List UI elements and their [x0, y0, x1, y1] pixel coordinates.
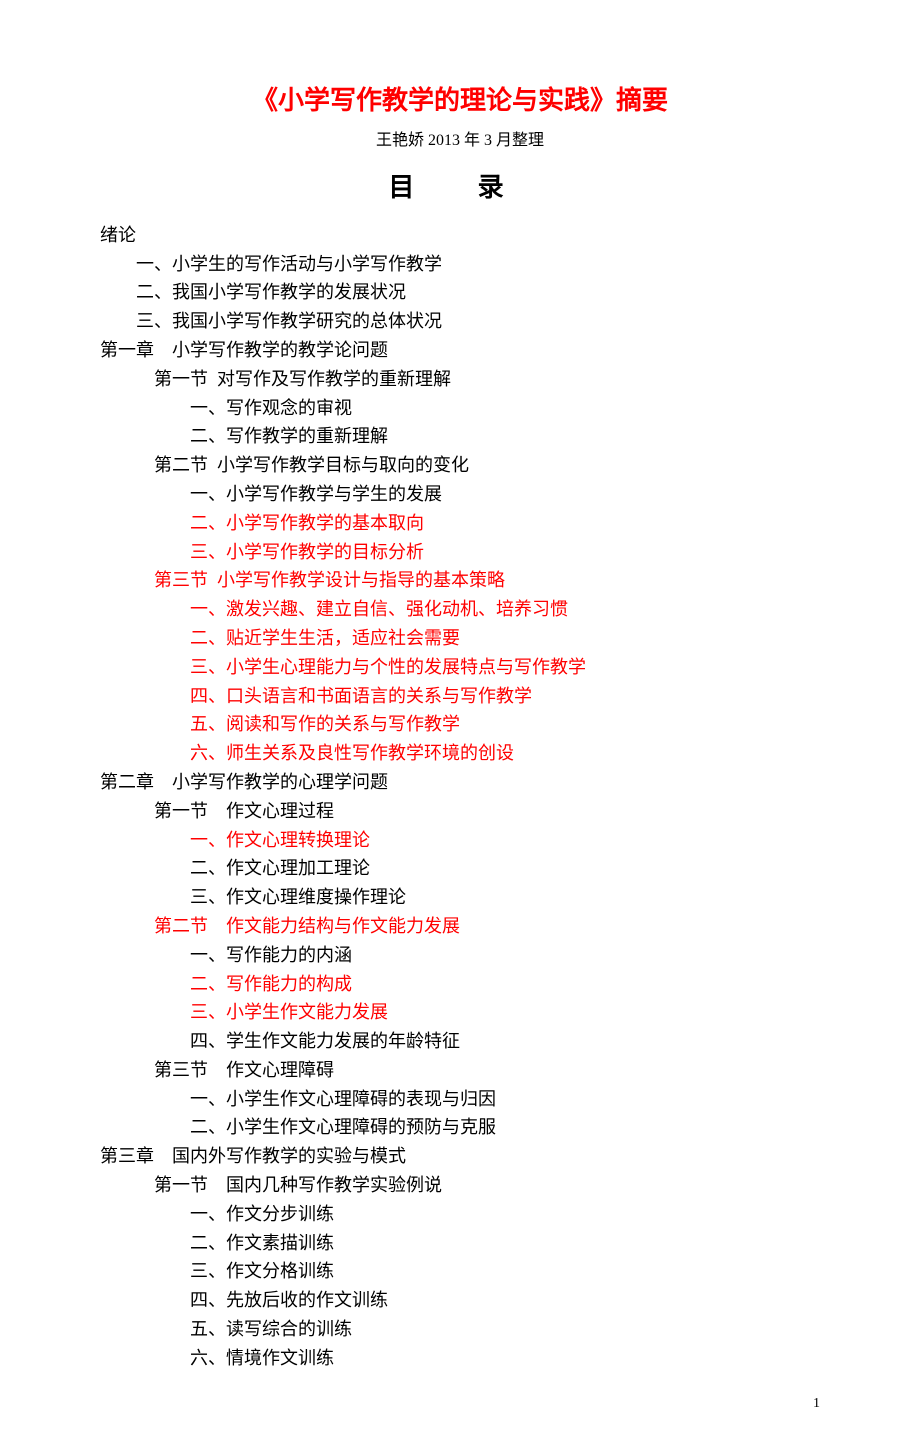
toc-line: 五、读写综合的训练: [100, 1315, 820, 1344]
toc-line: 一、写作观念的审视: [100, 394, 820, 423]
toc-line: 一、作文分步训练: [100, 1200, 820, 1229]
toc-line: 四、口头语言和书面语言的关系与写作教学: [100, 682, 820, 711]
toc-container: 绪论一、小学生的写作活动与小学写作教学二、我国小学写作教学的发展状况三、我国小学…: [100, 221, 820, 1373]
toc-line: 三、作文心理维度操作理论: [100, 883, 820, 912]
toc-line: 三、小学生作文能力发展: [100, 998, 820, 1027]
toc-line: 一、小学生的写作活动与小学写作教学: [100, 250, 820, 279]
toc-line: 二、小学生作文心理障碍的预防与克服: [100, 1113, 820, 1142]
toc-line: 第三章 国内外写作教学的实验与模式: [100, 1142, 820, 1171]
toc-heading: 目 录: [100, 167, 820, 209]
document-title: 《小学写作教学的理论与实践》摘要: [100, 80, 820, 122]
toc-line: 四、学生作文能力发展的年龄特征: [100, 1027, 820, 1056]
toc-line: 二、写作教学的重新理解: [100, 422, 820, 451]
toc-line: 三、作文分格训练: [100, 1257, 820, 1286]
toc-line: 第一章 小学写作教学的教学论问题: [100, 336, 820, 365]
toc-line: 第一节 国内几种写作教学实验例说: [100, 1171, 820, 1200]
toc-line: 第二章 小学写作教学的心理学问题: [100, 768, 820, 797]
toc-line: 六、师生关系及良性写作教学环境的创设: [100, 739, 820, 768]
toc-line: 三、我国小学写作教学研究的总体状况: [100, 307, 820, 336]
toc-line: 一、作文心理转换理论: [100, 826, 820, 855]
toc-line: 第二节 作文能力结构与作文能力发展: [100, 912, 820, 941]
toc-line: 一、小学写作教学与学生的发展: [100, 480, 820, 509]
document-subtitle: 王艳娇 2013 年 3 月整理: [100, 128, 820, 154]
toc-line: 二、作文心理加工理论: [100, 854, 820, 883]
toc-line: 二、贴近学生生活，适应社会需要: [100, 624, 820, 653]
toc-line: 六、情境作文训练: [100, 1344, 820, 1373]
toc-line: 二、写作能力的构成: [100, 970, 820, 999]
toc-line: 绪论: [100, 221, 820, 250]
toc-line: 第一节 对写作及写作教学的重新理解: [100, 365, 820, 394]
toc-line: 一、写作能力的内涵: [100, 941, 820, 970]
toc-line: 三、小学写作教学的目标分析: [100, 538, 820, 567]
toc-line: 二、小学写作教学的基本取向: [100, 509, 820, 538]
toc-line: 二、我国小学写作教学的发展状况: [100, 278, 820, 307]
toc-line: 三、小学生心理能力与个性的发展特点与写作教学: [100, 653, 820, 682]
toc-line: 四、先放后收的作文训练: [100, 1286, 820, 1315]
toc-line: 五、阅读和写作的关系与写作教学: [100, 710, 820, 739]
toc-line: 第三节 作文心理障碍: [100, 1056, 820, 1085]
toc-line: 一、小学生作文心理障碍的表现与归因: [100, 1085, 820, 1114]
toc-line: 第二节 小学写作教学目标与取向的变化: [100, 451, 820, 480]
toc-line: 一、激发兴趣、建立自信、强化动机、培养习惯: [100, 595, 820, 624]
toc-line: 第一节 作文心理过程: [100, 797, 820, 826]
toc-line: 第三节 小学写作教学设计与指导的基本策略: [100, 566, 820, 595]
toc-line: 二、作文素描训练: [100, 1229, 820, 1258]
page-number: 1: [100, 1393, 820, 1415]
